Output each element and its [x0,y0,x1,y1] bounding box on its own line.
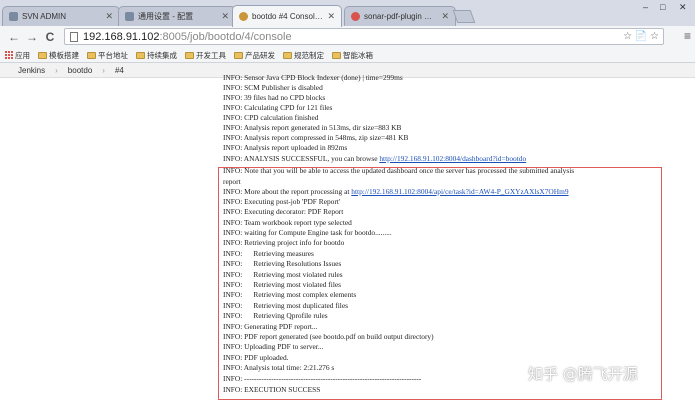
bookmark-label: 开发工具 [196,50,226,60]
bookmark-label: 应用 [15,50,30,60]
console-line: INFO: Executing decorator: PDF Report [223,207,344,216]
dashboard-link[interactable]: http://192.168.91.102:8004/dashboard?id=… [379,154,526,163]
tab-svn-admin[interactable]: SVN ADMIN ✕ [2,6,120,26]
bookmark-label: 规范制定 [294,50,324,60]
console-line: INFO: ----------------------------------… [223,374,422,383]
console-text: INFO: ANALYSIS SUCCESSFUL, you can brows… [223,154,380,163]
bookmark-label: 产品研发 [245,50,275,60]
console-line: INFO: More about the report processing a… [223,187,569,197]
console-line: INFO: Analysis report compressed in 548m… [223,133,409,142]
browser-window: SVN ADMIN ✕ 通用设置 - 配置 ✕ bootdo #4 Consol… [0,0,695,401]
console-line: report [223,177,241,186]
folder-icon [185,51,194,59]
bookmark-apps[interactable]: 应用 [5,50,30,61]
close-tab-icon[interactable]: ✕ [221,11,229,22]
console-line: INFO: Note that you will be able to acce… [223,166,575,175]
console-line: INFO: Sensor Java CPD Block Indexer (don… [223,73,403,82]
bookmark-label: 持续集成 [147,50,177,60]
page-favicon-icon [125,12,134,21]
tab-label: SVN ADMIN [22,12,67,21]
back-button[interactable]: ← [6,29,22,45]
bookmark-label: 智能冰箱 [343,50,373,60]
console-line: INFO: Uploading PDF to server... [223,342,324,351]
tab-label: bootdo #4 Console [Jen [252,12,324,21]
console-line: INFO: waiting for Compute Engine task fo… [223,228,392,237]
folder-icon [283,51,292,59]
github-icon [351,12,360,21]
bookmark-folder[interactable]: 开发工具 [185,50,226,61]
console-line: INFO: ANALYSIS SUCCESSFUL, you can brows… [223,154,526,164]
maximize-icon[interactable]: □ [660,2,665,12]
url-host: 192.168.91.102 [83,30,160,43]
reload-button[interactable]: C [42,29,58,45]
tab-sonar-pdf-plugin[interactable]: sonar-pdf-plugin 进行! ✕ [344,6,456,26]
console-line: INFO: Retrieving most violated files [223,280,342,289]
bookmark-folder[interactable]: 智能冰箱 [332,50,373,61]
task-link[interactable]: http://192.168.91.102:8004/api/ce/task?i… [351,187,568,196]
new-tab-button[interactable] [452,10,476,23]
tab-strip: SVN ADMIN ✕ 通用设置 - 配置 ✕ bootdo #4 Consol… [0,0,695,27]
page-favicon-icon [9,12,18,21]
bookmark-folder[interactable]: 产品研发 [234,50,275,61]
url-path: :8005/job/bootdo/4/console [159,30,292,43]
bookmark-folder[interactable]: 模板搭建 [38,50,79,61]
breadcrumb-separator-icon: › [102,65,105,75]
console-line: INFO: Analysis total time: 2:21.276 s [223,363,335,372]
tab-label: 通用设置 - 配置 [138,12,194,21]
console-line: INFO: Analysis report generated in 513ms… [223,123,402,132]
close-window-icon[interactable]: ✕ [679,2,687,13]
menu-icon[interactable]: ≡ [684,29,691,43]
console-line: INFO: Retrieving most violated rules [223,270,343,279]
page-icon [70,31,78,42]
address-bar[interactable]: 192.168.91.102 :8005/job/bootdo/4/consol… [64,28,664,45]
breadcrumb-build-4[interactable]: #4 [115,66,124,75]
jenkins-icon [239,12,248,21]
console-text: INFO: More about the report processing a… [223,187,352,196]
breadcrumb-jenkins[interactable]: Jenkins [18,66,45,75]
console-line: INFO: Team workbook report type selected [223,218,352,227]
close-tab-icon[interactable]: ✕ [327,11,335,22]
bookmark-folder[interactable]: 持续集成 [136,50,177,61]
console-line: INFO: PDF uploaded. [223,353,289,362]
apps-grid-icon [5,51,13,59]
tab-label: sonar-pdf-plugin 进行! [364,12,438,21]
console-line: INFO: Retrieving project info for bootdo [223,238,345,247]
close-tab-icon[interactable]: ✕ [441,11,449,22]
bookmark-folder[interactable]: 规范制定 [283,50,324,61]
console-line: INFO: SCM Publisher is disabled [223,83,323,92]
console-line: INFO: Generating PDF report... [223,322,318,331]
close-tab-icon[interactable]: ✕ [105,11,113,22]
bookmark-star-icon[interactable]: ☆ 📄 ☆ [623,31,659,42]
console-line: INFO: Analysis report uploaded in 892ms [223,143,348,152]
console-line: INFO: Retrieving most duplicated files [223,301,349,310]
bookmark-label: 平台地址 [98,50,128,60]
console-line: INFO: PDF report generated (see bootdo.p… [223,332,434,341]
bookmark-folder[interactable]: 平台地址 [87,50,128,61]
console-line: INFO: Retrieving measures [223,249,314,258]
console-line: INFO: Executing post-job 'PDF Report' [223,197,341,206]
bookmark-label: 模板搭建 [49,50,79,60]
console-line: INFO: 39 files had no CPD blocks [223,93,326,102]
console-line: INFO: Retrieving Qprofile rules [223,311,328,320]
folder-icon [38,51,47,59]
folder-icon [87,51,96,59]
breadcrumb-bootdo[interactable]: bootdo [68,66,92,75]
breadcrumb-separator-icon: › [55,65,58,75]
forward-button[interactable]: → [24,29,40,45]
folder-icon [234,51,243,59]
folder-icon [332,51,341,59]
tab-bootdo-console[interactable]: bootdo #4 Console [Jen ✕ [232,5,342,27]
console-line: INFO: EXECUTION SUCCESS [223,385,321,394]
console-line: INFO: Retrieving Resolutions Issues [223,259,342,268]
bookmarks-bar: 应用 模板搭建 平台地址 持续集成 开发工具 产品研发 规范制定 智能冰箱 [0,48,695,63]
minimize-icon[interactable]: – [643,2,648,12]
browser-toolbar: ← → C 192.168.91.102 :8005/job/bootdo/4/… [0,26,695,49]
console-line: INFO: CPD calculation finished [223,113,319,122]
console-line: INFO: Calculating CPD for 121 files [223,103,333,112]
console-line: INFO: Retrieving most complex elements [223,290,357,299]
folder-icon [136,51,145,59]
tab-settings[interactable]: 通用设置 - 配置 ✕ [118,6,236,26]
watermark: 知乎 @腾飞开源 [528,365,638,383]
